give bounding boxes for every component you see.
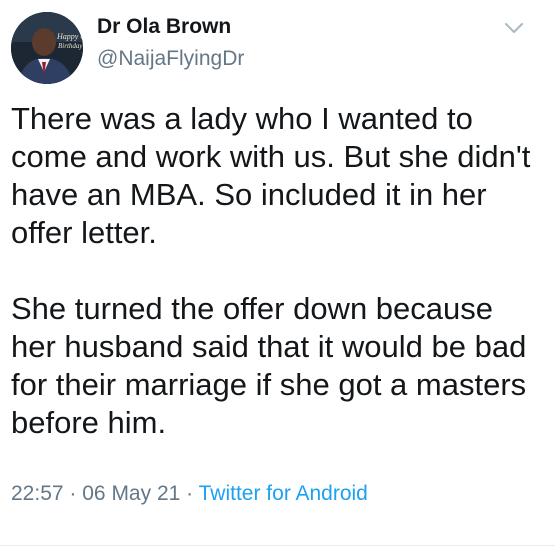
meta-separator: · [186, 482, 194, 505]
chevron-down-icon[interactable] [503, 20, 525, 36]
author-avatar[interactable]: Happy 64 Birthday [11, 12, 83, 84]
avatar-overlay-line1: Happy 64 [56, 32, 83, 41]
tweet-time[interactable]: 22:57 [11, 482, 64, 505]
tweet-paragraph: She turned the offer down because her hu… [11, 291, 527, 440]
avatar-image: Happy 64 Birthday [11, 12, 83, 84]
meta-separator: · [69, 482, 77, 505]
divider [0, 545, 555, 546]
tweet-card: Happy 64 Birthday Dr Ola Brown @NaijaFly… [0, 0, 555, 548]
tweet-date[interactable]: 06 May 21 [82, 482, 180, 505]
author-handle[interactable]: @NaijaFlyingDr [97, 47, 244, 71]
author-name[interactable]: Dr Ola Brown [97, 15, 231, 39]
chevron-down-glyph [505, 23, 523, 33]
tweet-source-link[interactable]: Twitter for Android [199, 482, 368, 505]
tweet-paragraph: There was a lady who I wanted to come an… [11, 101, 531, 250]
tweet-text: There was a lady who I wanted to come an… [11, 100, 546, 442]
tweet-meta: 22:57 · 06 May 21 · Twitter for Android [11, 482, 368, 506]
avatar-overlay-line2: Birthday [58, 42, 83, 50]
